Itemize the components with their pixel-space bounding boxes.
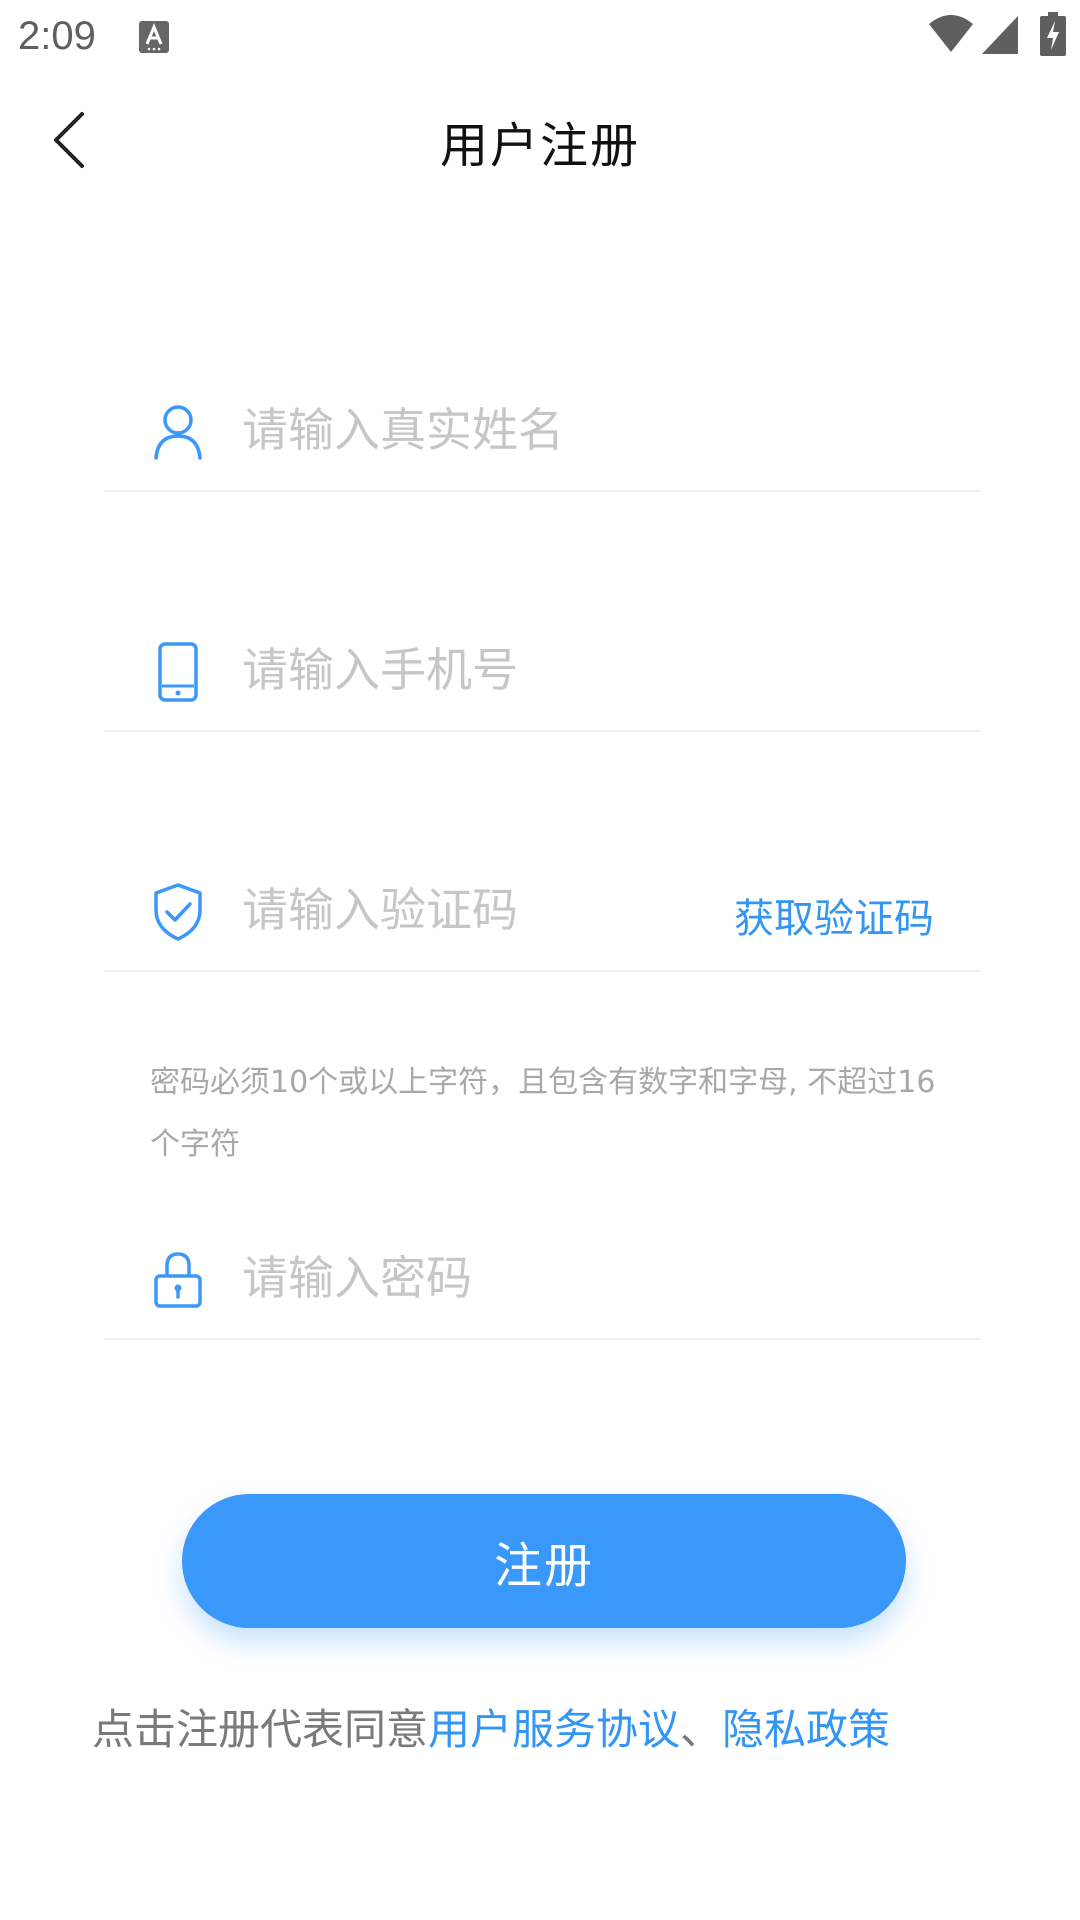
cell-signal-icon [982,16,1018,54]
app-header: 用户注册 [0,92,1080,188]
code-input[interactable] [242,872,662,948]
privacy-link[interactable]: 隐私政策 [722,1705,890,1754]
password-hint: 密码必须10个或以上字符，且包含有数字和字母, 不超过16个字符 [150,1065,936,1162]
lock-icon [154,1252,202,1308]
wifi-icon [929,15,973,52]
phone-row [104,610,980,732]
phone-icon [158,642,198,702]
ime-a-icon [139,21,169,53]
password-input[interactable] [242,1240,802,1316]
terms-link[interactable]: 用户服务协议 [428,1705,680,1754]
shield-check-icon [154,883,202,941]
phone-input[interactable] [242,632,802,708]
password-row [104,1218,980,1340]
page-title: 用户注册 [439,118,640,174]
agreement-separator: 、 [680,1705,723,1754]
code-row: 获取验证码 [104,850,980,972]
register-button[interactable]: 注册 [182,1494,906,1628]
status-time: 2:09 [18,14,96,58]
register-screen: 2:09 用户注册 请输入真实姓名 请输入手机号 请输入验证码 获取验证码 密码… [0,0,1080,1920]
battery-charging-icon [1040,12,1066,56]
status-bar: 2:09 [0,0,1080,72]
get-code-button[interactable]: 获取验证码 [734,886,934,944]
agreement-text: 点击注册代表同意用户服务协议、隐私政策 [92,1696,992,1757]
user-icon [154,405,202,460]
name-row [104,370,980,492]
agreement-prefix: 点击注册代表同意 [92,1705,429,1754]
name-input[interactable] [242,392,802,468]
